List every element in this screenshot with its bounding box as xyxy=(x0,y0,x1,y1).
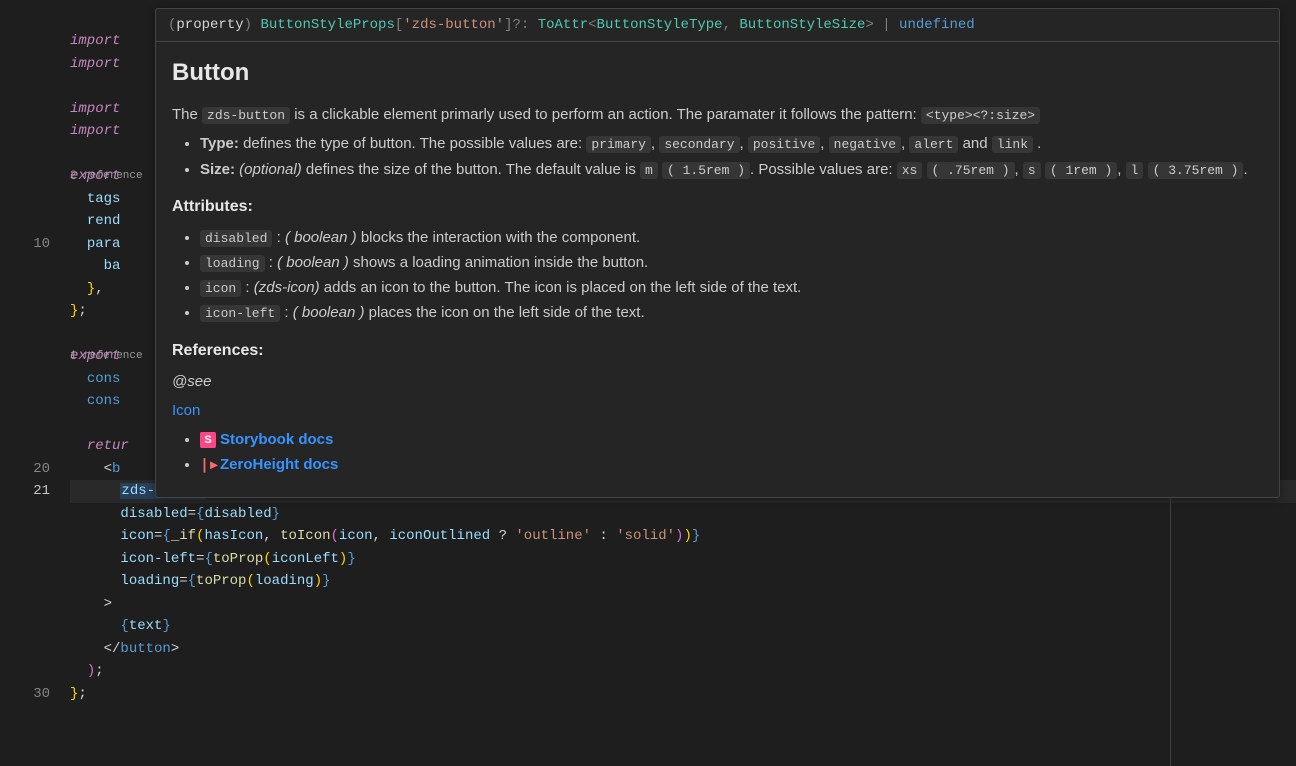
line-number: 20 xyxy=(0,458,50,481)
attributes-heading: Attributes: xyxy=(172,195,1263,220)
keyword: retur xyxy=(87,438,129,454)
see-tag: @see xyxy=(172,370,1263,393)
identifier: para xyxy=(87,236,121,252)
keyword: import xyxy=(70,33,120,49)
hover-documentation-popup[interactable]: (property) ButtonStyleProps['zds-button'… xyxy=(155,8,1280,498)
documentation-body: Button The zds-button is a clickable ele… xyxy=(156,42,1279,483)
keyword: import xyxy=(70,101,120,117)
param-type: Type: defines the type of button. The po… xyxy=(200,132,1263,155)
param-list: Type: defines the type of button. The po… xyxy=(172,132,1263,181)
type-signature: (property) ButtonStyleProps['zds-button'… xyxy=(156,9,1279,42)
keyword: import xyxy=(70,56,120,72)
reference-links: SStorybook docs ❘▸ZeroHeight docs xyxy=(172,428,1263,477)
storybook-icon: S xyxy=(200,432,216,448)
references-heading: References: xyxy=(172,339,1263,364)
keyword: export xyxy=(70,168,120,184)
identifier: ba xyxy=(104,258,121,274)
param-size: Size: (optional) defines the size of the… xyxy=(200,158,1263,181)
zeroheight-icon: ❘▸ xyxy=(200,457,216,473)
keyword: cons xyxy=(87,393,121,409)
keyword: import xyxy=(70,123,120,139)
storybook-link[interactable]: Storybook docs xyxy=(220,431,333,448)
keyword: export xyxy=(70,348,120,364)
doc-title: Button xyxy=(172,54,1263,91)
zeroheight-link[interactable]: ZeroHeight docs xyxy=(220,456,338,473)
doc-intro: The zds-button is a clickable element pr… xyxy=(172,103,1263,126)
icon-reference-link[interactable]: Icon xyxy=(172,402,200,419)
line-gutter: 10 20 21 30 xyxy=(0,8,70,766)
active-line-number: 21 xyxy=(0,480,50,503)
line-number: 30 xyxy=(0,683,50,706)
keyword: cons xyxy=(87,371,121,387)
attributes-list: disabled : ( boolean ) blocks the intera… xyxy=(172,226,1263,325)
identifier: tags xyxy=(87,191,121,207)
line-number: 10 xyxy=(0,233,50,256)
identifier: rend xyxy=(87,213,121,229)
